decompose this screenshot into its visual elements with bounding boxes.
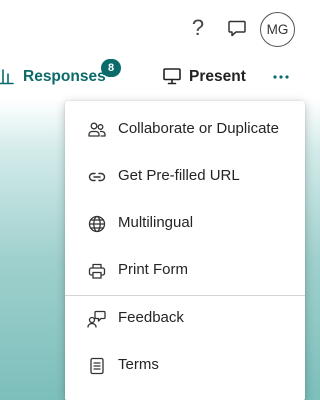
menu-item-label: Multilingual bbox=[118, 214, 194, 231]
menu-item-print-form[interactable]: Print Form bbox=[65, 247, 305, 294]
people-icon bbox=[88, 122, 106, 137]
printer-icon bbox=[88, 263, 106, 279]
responses-label: Responses bbox=[23, 68, 106, 85]
more-options-menu: Collaborate or Duplicate Get Pre-filled … bbox=[65, 101, 305, 400]
present-label: Present bbox=[189, 68, 246, 85]
form-toolbar: Responses 8 Present bbox=[0, 56, 299, 100]
menu-item-label: Get Pre-filled URL bbox=[118, 167, 240, 184]
document-icon bbox=[90, 357, 104, 375]
feedback-icon bbox=[87, 310, 106, 328]
more-options-button[interactable] bbox=[266, 66, 296, 88]
menu-item-label: Terms bbox=[118, 356, 159, 373]
presentation-icon bbox=[163, 68, 181, 85]
globe-icon bbox=[88, 215, 106, 233]
menu-item-multilingual[interactable]: Multilingual bbox=[65, 200, 305, 247]
menu-item-prefilled-url[interactable]: Get Pre-filled URL bbox=[65, 153, 305, 200]
bar-chart-icon bbox=[0, 69, 14, 85]
top-bar: ? MG bbox=[0, 0, 299, 56]
responses-count-badge: 8 bbox=[101, 59, 121, 77]
menu-item-feedback[interactable]: Feedback bbox=[65, 295, 305, 342]
menu-item-terms[interactable]: Terms bbox=[65, 342, 305, 389]
comment-icon[interactable] bbox=[222, 13, 252, 43]
more-horizontal-icon bbox=[273, 75, 289, 79]
present-button[interactable]: Present bbox=[160, 64, 250, 92]
menu-item-label: Feedback bbox=[118, 309, 184, 326]
menu-item-label: Collaborate or Duplicate bbox=[118, 120, 279, 137]
avatar[interactable]: MG bbox=[260, 12, 295, 47]
link-icon bbox=[88, 172, 106, 182]
menu-item-label: Print Form bbox=[118, 261, 189, 278]
question-mark-icon[interactable]: ? bbox=[183, 13, 213, 43]
menu-item-collaborate[interactable]: Collaborate or Duplicate bbox=[65, 106, 305, 153]
avatar-initials: MG bbox=[266, 22, 289, 37]
